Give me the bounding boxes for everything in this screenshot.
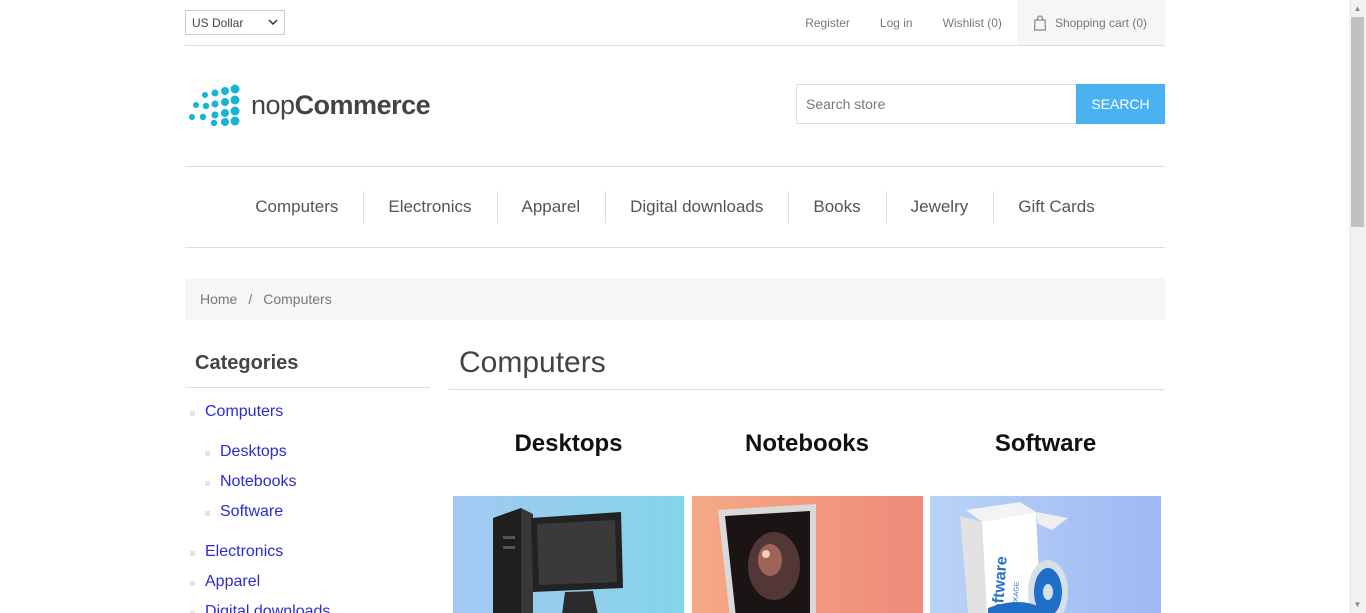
logo-text-light: nop — [251, 89, 295, 120]
header-links: Register Log in Wishlist (0) Shopping ca… — [790, 0, 1165, 45]
subcategory-desktops: Desktops — [453, 430, 684, 613]
category-computers[interactable]: Computers — [185, 397, 430, 427]
wishlist-link[interactable]: Wishlist (0) — [943, 16, 1002, 30]
breadcrumb-current: Computers — [263, 291, 332, 307]
currency-selected: US Dollar — [192, 15, 244, 30]
page-title: Computers — [449, 340, 1165, 390]
category-desktops[interactable]: Desktops — [185, 437, 430, 467]
logo-dots-icon — [189, 84, 240, 126]
menu-item-computers[interactable]: Computers — [230, 197, 363, 217]
vertical-scrollbar[interactable]: ▲ ▼ — [1349, 0, 1366, 613]
login-link[interactable]: Log in — [880, 16, 913, 30]
menu-item-gift-cards[interactable]: Gift Cards — [993, 191, 1120, 223]
logo-text-bold: Commerce — [294, 89, 431, 120]
search-button[interactable]: SEARCH — [1076, 84, 1165, 124]
main-content: Computers Desktops Notebooks Software So… — [449, 340, 1165, 613]
subcategory-grid: Desktops Notebooks Software Software PAC… — [449, 430, 1165, 613]
menu-item-electronics[interactable]: Electronics — [363, 191, 496, 223]
menu-item-digital-downloads[interactable]: Digital downloads — [605, 191, 788, 223]
header-upper: US Dollar Register Log in Wishlist (0) S… — [185, 0, 1165, 46]
shopping-cart-link[interactable]: Shopping cart (0) — [1016, 0, 1165, 45]
search-input[interactable] — [796, 84, 1076, 124]
subcategory-title[interactable]: Desktops — [453, 430, 684, 496]
search-box: SEARCH — [796, 84, 1165, 124]
breadcrumb-home[interactable]: Home — [200, 291, 237, 307]
category-list: Computers Desktops Notebooks Software El… — [185, 388, 430, 613]
category-digital-downloads[interactable]: Digital downloads — [185, 597, 430, 613]
category-electronics[interactable]: Electronics — [185, 537, 430, 567]
breadcrumb: Home / Computers — [185, 278, 1165, 320]
scroll-up-arrow-icon[interactable]: ▲ — [1349, 0, 1366, 17]
shopping-bag-icon — [1033, 14, 1047, 31]
subcategory-notebooks: Notebooks — [691, 430, 923, 613]
scrollbar-thumb[interactable] — [1351, 17, 1364, 227]
notebooks-picture[interactable] — [691, 496, 923, 613]
subcategory-software: Software Software PACKAGE — [930, 430, 1161, 613]
software-picture[interactable]: Software PACKAGE — [930, 496, 1161, 613]
page: US Dollar Register Log in Wishlist (0) S… — [0, 0, 1366, 613]
subcategory-title[interactable]: Notebooks — [692, 430, 923, 496]
menu-item-jewelry[interactable]: Jewelry — [885, 191, 994, 223]
scroll-down-arrow-icon[interactable]: ▼ — [1349, 596, 1366, 613]
subcategory-title[interactable]: Software — [930, 430, 1161, 496]
top-menu: Computers Electronics Apparel Digital do… — [185, 166, 1165, 248]
menu-item-books[interactable]: Books — [788, 191, 885, 223]
store-logo[interactable]: nopCommerce — [187, 84, 431, 126]
category-apparel[interactable]: Apparel — [185, 567, 430, 597]
shopping-cart-label: Shopping cart (0) — [1054, 15, 1147, 30]
category-software[interactable]: Software — [185, 497, 430, 527]
sidebar-title: Categories — [185, 340, 430, 388]
chevron-down-icon — [268, 17, 278, 28]
currency-selector[interactable]: US Dollar — [185, 10, 285, 35]
breadcrumb-separator: / — [248, 291, 253, 307]
category-notebooks[interactable]: Notebooks — [185, 467, 430, 497]
menu-item-apparel[interactable]: Apparel — [496, 191, 606, 223]
desktops-picture[interactable] — [453, 496, 684, 613]
logo-text: nopCommerce — [251, 89, 431, 121]
sidebar: Categories Computers Desktops Notebooks … — [185, 340, 430, 613]
register-link[interactable]: Register — [805, 16, 850, 30]
